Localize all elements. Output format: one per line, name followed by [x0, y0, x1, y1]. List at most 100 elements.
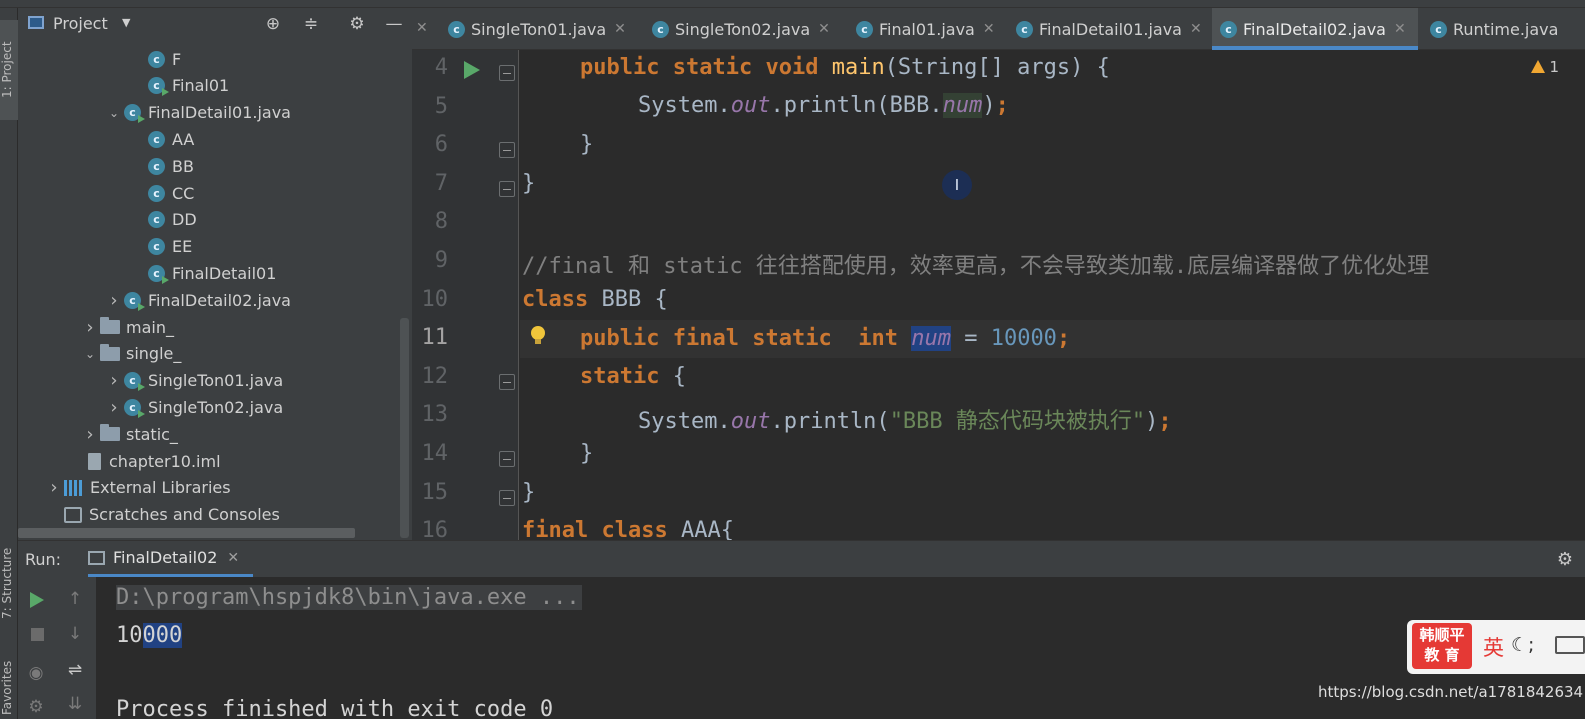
scroll-to-end-icon[interactable]: ⇊ — [63, 694, 87, 714]
line-number: 13 — [421, 402, 449, 428]
chevron-right-icon[interactable]: › — [104, 290, 124, 311]
fold-marker-icon[interactable] — [499, 180, 515, 197]
gear-icon[interactable]: ⚙ — [1557, 549, 1573, 570]
close-icon[interactable]: ✕ — [227, 550, 239, 566]
horizontal-scrollbar[interactable] — [18, 528, 355, 538]
close-icon[interactable]: ✕ — [1394, 21, 1406, 37]
locate-icon[interactable]: ⊕ — [263, 14, 283, 34]
arrow-up-icon[interactable]: ↑ — [63, 589, 87, 609]
code-line-12: static { — [580, 364, 686, 389]
tree-item-label: AA — [172, 129, 195, 149]
tree-item[interactable]: c Final01 — [128, 73, 229, 99]
rerun-button[interactable] — [30, 592, 44, 608]
tree-item[interactable]: ⌄ c FinalDetail01.java — [104, 100, 291, 126]
tree-item[interactable]: › main_ — [80, 314, 174, 340]
fold-marker-icon[interactable] — [499, 451, 515, 467]
console-exit-line: Process finished with exit code 0 — [116, 697, 554, 719]
chevron-down-icon[interactable]: ⌄ — [80, 347, 100, 361]
tree-item-label: main_ — [126, 317, 174, 337]
editor-tab[interactable]: c SingleTon02.java ✕ — [644, 8, 844, 50]
run-panel-header: Run: FinalDetail02 ✕ ⚙ — [18, 540, 1585, 577]
chevron-right-icon[interactable]: › — [80, 317, 100, 338]
editor-tab[interactable]: c SingleTon01.java ✕ — [440, 8, 640, 50]
soft-wrap-icon[interactable]: ⇌ — [63, 660, 87, 680]
tree-item[interactable]: › External Libraries — [44, 475, 230, 501]
line-number: 9 — [434, 248, 448, 273]
code-line-15: } — [522, 480, 536, 505]
chevron-right-icon[interactable]: › — [80, 424, 100, 445]
keyword: public — [580, 55, 660, 80]
vertical-scrollbar[interactable] — [400, 318, 409, 538]
tree-item[interactable]: ⌄ single_ — [80, 341, 181, 367]
line-number: 5 — [434, 93, 448, 119]
keyword: public — [580, 326, 660, 351]
inspection-warning[interactable]: 1 — [1531, 58, 1559, 76]
chevron-right-icon[interactable]: › — [44, 477, 64, 498]
editor-tab[interactable]: c Final01.java ✕ — [848, 8, 1004, 50]
collapse-all-icon[interactable]: ≑ — [301, 14, 321, 34]
fold-marker-icon[interactable] — [499, 373, 515, 390]
structure-tool-tab[interactable]: 7: Structure — [0, 528, 18, 638]
tree-item[interactable]: Scratches and Consoles — [44, 502, 280, 528]
run-config-tab[interactable]: FinalDetail02 ✕ — [88, 541, 254, 577]
tree-item[interactable]: c BB — [128, 153, 194, 179]
close-icon[interactable]: ✕ — [1190, 21, 1202, 37]
tree-item[interactable]: › c SingleTon01.java — [104, 368, 283, 394]
tree-item[interactable]: c DD — [128, 207, 197, 233]
project-title[interactable]: Project — [53, 14, 108, 33]
code-line-7: } — [522, 171, 536, 196]
fold-marker-icon[interactable] — [499, 489, 515, 506]
tree-item-label: EE — [172, 237, 193, 257]
editor-tab[interactable]: c Runtime.java — [1422, 8, 1585, 50]
close-icon[interactable]: ✕ — [416, 20, 428, 36]
tree-item[interactable]: c AA — [128, 126, 194, 152]
run-gutter-icon[interactable] — [464, 61, 480, 79]
file-icon — [88, 452, 101, 470]
chevron-down-icon[interactable]: ▼ — [122, 16, 130, 29]
tree-item[interactable]: chapter10.iml — [68, 448, 221, 474]
tree-item[interactable]: c EE — [128, 234, 192, 260]
run-badge-icon — [138, 409, 145, 418]
settings-icon[interactable]: ⚙ — [24, 697, 48, 717]
tree-item[interactable]: › static_ — [80, 421, 178, 447]
tree-item[interactable]: c FinalDetail01 — [128, 260, 276, 286]
editor-tab[interactable]: c FinalDetail01.java ✕ — [1008, 8, 1208, 50]
editor-tab[interactable]: c FinalDetail02.java ✕ — [1212, 8, 1418, 50]
tree-item[interactable]: › c SingleTon02.java — [104, 394, 283, 420]
tree-item[interactable]: cF — [128, 46, 181, 72]
camera-icon[interactable]: ◉ — [24, 663, 48, 683]
class-icon: c — [1016, 20, 1033, 38]
tree-item[interactable]: c CC — [128, 180, 194, 206]
project-tool-tab[interactable]: 1: Project — [0, 20, 18, 120]
fold-marker-icon[interactable] — [499, 142, 515, 159]
folder-icon — [100, 317, 120, 334]
close-icon[interactable]: ✕ — [983, 21, 995, 37]
gear-icon[interactable]: ⚙ — [347, 14, 367, 34]
minimize-icon[interactable]: — — [384, 14, 404, 34]
tree-item-label: Scratches and Consoles — [89, 505, 280, 525]
line-number: 8 — [434, 209, 448, 235]
lightbulb-icon[interactable] — [531, 326, 545, 344]
class-icon: c — [148, 184, 165, 202]
close-icon[interactable]: ✕ — [818, 21, 830, 37]
favorites-tool-tab[interactable]: Favorites — [0, 648, 18, 719]
chevron-right-icon[interactable]: › — [104, 397, 124, 418]
moon-icon: ☾; — [1511, 634, 1535, 656]
tree-item[interactable]: › c FinalDetail02.java — [104, 287, 291, 313]
tree-item-label: FinalDetail01.java — [148, 103, 291, 123]
fold-marker-icon[interactable] — [499, 65, 515, 81]
editor-gutter[interactable]: 4 5 6 7 8 9 10 11 12 13 14 15 16 — [412, 50, 519, 540]
code-line-13: System.out.println("BBB 静态代码块被执行"); — [638, 403, 1172, 435]
editor-tabs: ✕ c SingleTon01.java ✕ c SingleTon02.java ✕ c F… — [412, 8, 1585, 50]
editor-tab-label: Final01.java — [879, 19, 975, 39]
close-icon[interactable]: ✕ — [614, 21, 626, 37]
chevron-down-icon[interactable]: ⌄ — [104, 106, 124, 120]
code-text: .println( — [770, 409, 890, 434]
stop-button[interactable] — [31, 628, 44, 641]
keyboard-icon — [1555, 636, 1585, 654]
arrow-down-icon[interactable]: ↓ — [63, 624, 87, 644]
code-editor[interactable]: 4 5 6 7 8 9 10 11 12 13 14 15 16 public static void … — [412, 50, 1585, 540]
chevron-right-icon[interactable]: › — [104, 370, 124, 391]
keyword: void — [765, 55, 819, 80]
code-text: { — [659, 364, 686, 389]
